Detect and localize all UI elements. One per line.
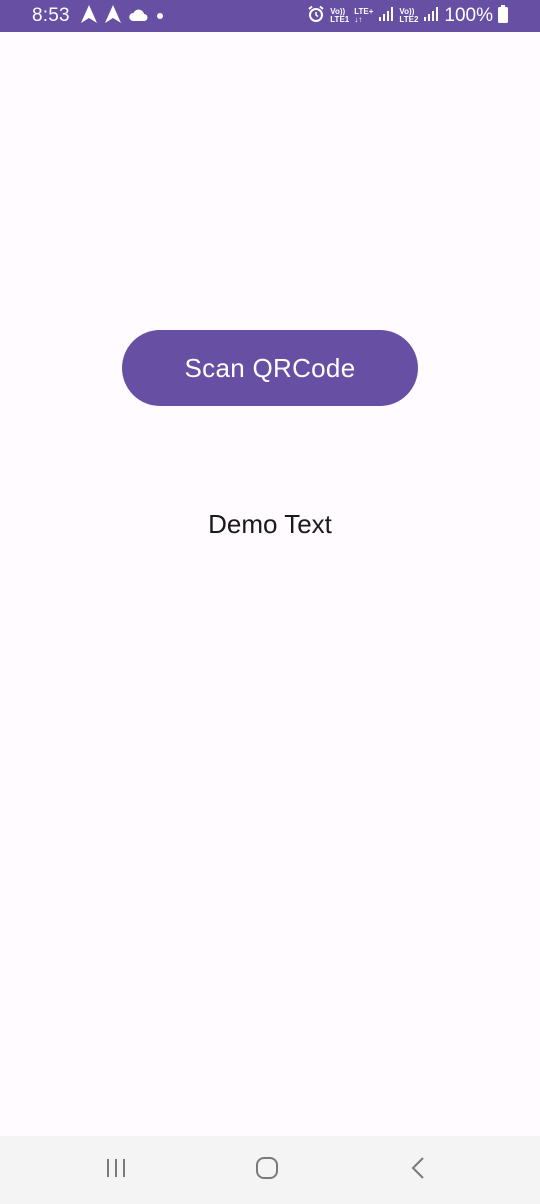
demo-text: Demo Text: [208, 509, 332, 539]
sim1-volte-bottom: LTE1: [330, 15, 350, 24]
cloud-icon: [128, 7, 148, 26]
scan-qrcode-button[interactable]: Scan QRCode: [122, 330, 418, 406]
back-icon: [407, 1156, 431, 1184]
sim2-volte-bottom: LTE2: [399, 15, 419, 24]
signal-icon: [378, 6, 394, 26]
navigation-bar: [0, 1136, 540, 1204]
main-content: Scan QRCode Demo Text: [0, 32, 540, 1136]
sim1-network-type: LTE+ ↓↑: [354, 8, 373, 24]
data-arrows-icon: ↓↑: [354, 15, 363, 24]
battery-icon: [498, 5, 508, 27]
signal-icon: [423, 6, 439, 26]
notification-dot-icon: [154, 7, 166, 26]
alarm-icon: [307, 5, 325, 27]
status-bar-right: Vo)) LTE1 LTE+ ↓↑ Vo)) LTE2 100%: [307, 0, 508, 32]
back-button[interactable]: [399, 1150, 439, 1190]
home-icon: [254, 1155, 280, 1185]
recent-apps-icon: [104, 1156, 128, 1184]
navigation-icon: [80, 4, 98, 28]
app-screen: 8:53 Vo)) LTE1 LTE+ ↓↑ Vo)) LTE2 100% Sc…: [0, 0, 540, 1204]
status-time: 8:53: [32, 5, 70, 26]
battery-percentage: 100%: [444, 5, 493, 26]
status-bar: 8:53 Vo)) LTE1 LTE+ ↓↑ Vo)) LTE2 100%: [0, 0, 540, 32]
home-button[interactable]: [247, 1150, 287, 1190]
navigation-icon: [104, 4, 122, 28]
status-bar-left: 8:53: [32, 0, 166, 32]
recent-apps-button[interactable]: [96, 1150, 136, 1190]
sim1-volte-label: Vo)) LTE1: [330, 8, 349, 24]
sim2-volte-label: Vo)) LTE2: [399, 8, 418, 24]
